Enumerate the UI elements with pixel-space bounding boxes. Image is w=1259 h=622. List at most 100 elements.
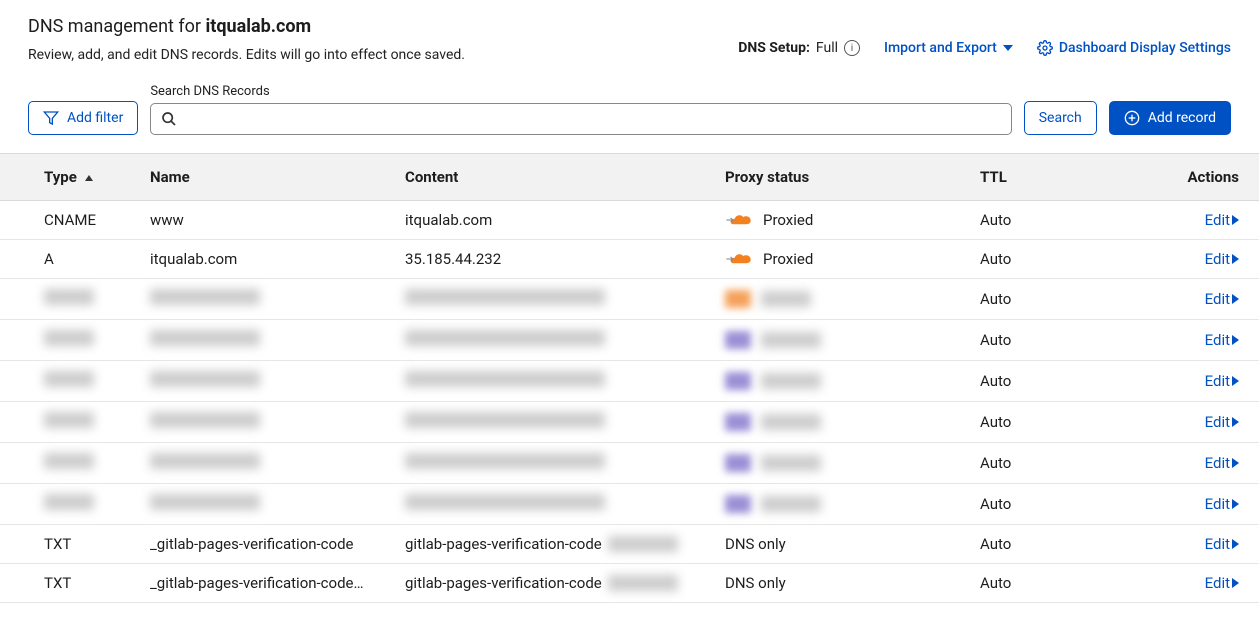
cell-content [395, 320, 715, 361]
edit-button[interactable]: Edit [1205, 211, 1239, 229]
table-row: Aitqualab.com35.185.44.232 ProxiedAuto Ed… [0, 240, 1259, 279]
add-filter-button[interactable]: Add filter [28, 101, 138, 135]
cell-actions: Edit [1140, 279, 1259, 320]
table-header-row: Type Name Content Proxy status TTL Actio… [0, 154, 1259, 201]
table-row: Auto Edit [0, 484, 1259, 525]
cell-ttl: Auto [970, 320, 1140, 361]
dns-setup-indicator: DNS Setup: Full i [738, 40, 860, 56]
cell-ttl: Auto [970, 240, 1140, 279]
page-title: DNS management for itqualab.com [28, 16, 465, 37]
add-record-button[interactable]: Add record [1109, 101, 1231, 135]
filter-icon [43, 110, 59, 126]
cell-type [0, 402, 140, 443]
cell-ttl: Auto [970, 443, 1140, 484]
plus-circle-icon [1124, 110, 1140, 126]
cell-proxy-status [715, 402, 970, 443]
cell-actions: Edit [1140, 240, 1259, 279]
cell-ttl: Auto [970, 525, 1140, 564]
add-filter-label: Add filter [67, 110, 123, 126]
search-icon [161, 111, 177, 127]
table-row: Auto Edit [0, 320, 1259, 361]
caret-down-icon [1003, 45, 1013, 51]
cell-name [140, 279, 395, 320]
cell-proxy-status [715, 361, 970, 402]
search-button[interactable]: Search [1024, 101, 1097, 135]
cell-proxy-status [715, 484, 970, 525]
search-button-label: Search [1039, 110, 1082, 126]
edit-button[interactable]: Edit [1205, 331, 1239, 349]
cell-actions: Edit [1140, 525, 1259, 564]
table-row: Auto Edit [0, 443, 1259, 484]
search-input-wrapper[interactable] [150, 103, 1011, 135]
cell-content [395, 443, 715, 484]
search-label: Search DNS Records [150, 84, 1011, 99]
cell-type: A [0, 240, 140, 279]
add-record-label: Add record [1148, 110, 1216, 126]
column-header-proxy[interactable]: Proxy status [715, 154, 970, 201]
display-settings-link[interactable]: Dashboard Display Settings [1037, 40, 1231, 56]
column-header-actions: Actions [1140, 154, 1259, 201]
cell-name: _gitlab-pages-verification-code [140, 525, 395, 564]
cell-proxy-status [715, 320, 970, 361]
cell-proxy-status [715, 443, 970, 484]
edit-button[interactable]: Edit [1205, 454, 1239, 472]
cell-actions: Edit [1140, 484, 1259, 525]
cell-content: 35.185.44.232 [395, 240, 715, 279]
cell-name: www [140, 201, 395, 240]
edit-button[interactable]: Edit [1205, 413, 1239, 431]
table-row: CNAMEwwwitqualab.com ProxiedAutoEdit [0, 201, 1259, 240]
cell-actions: Edit [1140, 361, 1259, 402]
cell-ttl: Auto [970, 484, 1140, 525]
edit-button[interactable]: Edit [1205, 535, 1239, 553]
info-icon[interactable]: i [844, 40, 860, 56]
caret-right-icon [1232, 335, 1239, 345]
import-export-dropdown[interactable]: Import and Export [884, 40, 1013, 56]
search-input[interactable] [185, 111, 1000, 127]
cell-content [395, 402, 715, 443]
table-row: Auto Edit [0, 279, 1259, 320]
cell-name [140, 443, 395, 484]
cell-ttl: Auto [970, 402, 1140, 443]
caret-right-icon [1232, 254, 1239, 264]
cell-proxy-status: Proxied [715, 240, 970, 279]
cell-actions: Edit [1140, 564, 1259, 603]
cell-ttl: Auto [970, 361, 1140, 402]
column-header-name[interactable]: Name [140, 154, 395, 201]
cell-ttl: Auto [970, 279, 1140, 320]
table-row: Auto Edit [0, 361, 1259, 402]
cell-type [0, 484, 140, 525]
edit-button[interactable]: Edit [1205, 495, 1239, 513]
column-header-ttl[interactable]: TTL [970, 154, 1140, 201]
cell-actions: Edit [1140, 320, 1259, 361]
column-header-type[interactable]: Type [0, 154, 140, 201]
cell-ttl: Auto [970, 201, 1140, 240]
cell-actions: Edit [1140, 201, 1259, 240]
cell-content: itqualab.com [395, 201, 715, 240]
cell-type [0, 279, 140, 320]
caret-right-icon [1232, 499, 1239, 509]
column-header-content[interactable]: Content [395, 154, 715, 201]
page-title-prefix: DNS management for [28, 16, 205, 37]
cloud-proxy-icon [725, 251, 753, 267]
page-title-domain: itqualab.com [205, 16, 311, 37]
cell-name: _gitlab-pages-verification-code… [140, 564, 395, 603]
dns-records-table: Type Name Content Proxy status TTL Actio… [0, 153, 1259, 603]
display-settings-label: Dashboard Display Settings [1059, 40, 1231, 56]
edit-button[interactable]: Edit [1205, 290, 1239, 308]
edit-button[interactable]: Edit [1205, 250, 1239, 268]
edit-button[interactable]: Edit [1205, 372, 1239, 390]
cell-content [395, 361, 715, 402]
edit-button[interactable]: Edit [1205, 574, 1239, 592]
cell-content [395, 484, 715, 525]
cell-actions: Edit [1140, 402, 1259, 443]
cell-type: TXT [0, 564, 140, 603]
cell-type [0, 443, 140, 484]
cell-actions: Edit [1140, 443, 1259, 484]
import-export-label: Import and Export [884, 40, 997, 56]
caret-right-icon [1232, 539, 1239, 549]
caret-right-icon [1232, 376, 1239, 386]
table-row: TXT_gitlab-pages-verification-code…gitla… [0, 564, 1259, 603]
cell-name: itqualab.com [140, 240, 395, 279]
cell-proxy-status: DNS only [715, 525, 970, 564]
cell-name [140, 320, 395, 361]
